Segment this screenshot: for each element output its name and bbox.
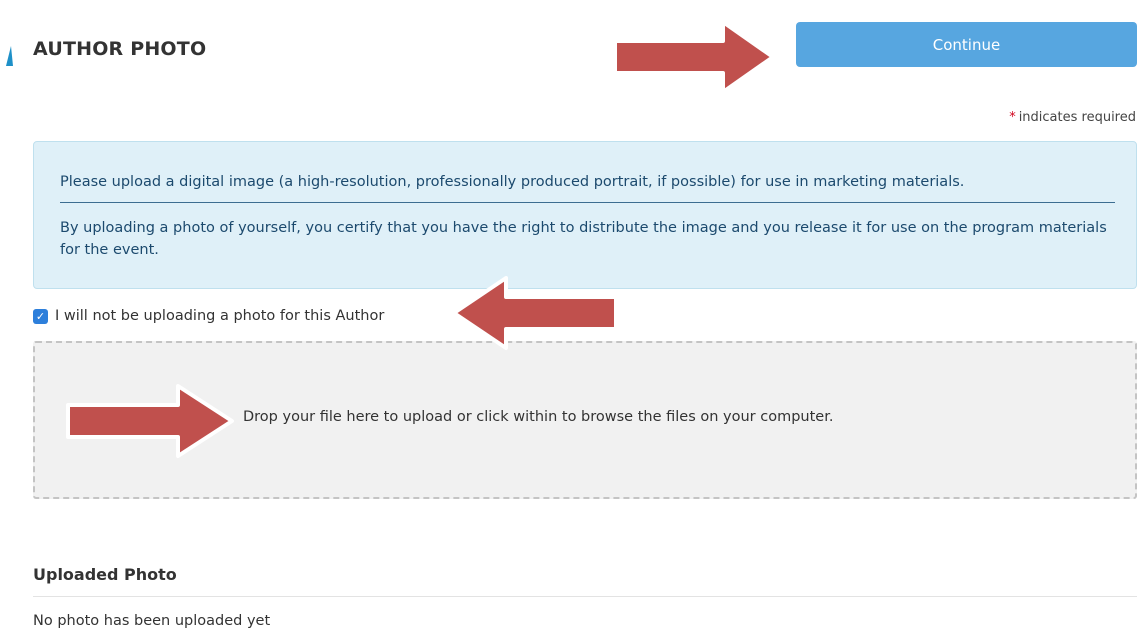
info-panel: Please upload a digital image (a high-re… (33, 141, 1137, 289)
required-star: * (1009, 110, 1016, 125)
checkmark-icon[interactable]: ✓ (33, 308, 48, 324)
required-note-text: indicates required (1018, 110, 1136, 125)
no-photo-checkbox-row[interactable]: ✓ I will not be uploading a photo for th… (33, 305, 384, 327)
no-photo-checkbox-label[interactable]: I will not be uploading a photo for this… (55, 308, 384, 324)
continue-button[interactable]: Continue (796, 22, 1137, 67)
left-edge-marker (6, 46, 13, 66)
arrow-icon (452, 276, 618, 350)
arrow-icon (613, 20, 775, 94)
info-divider (60, 202, 1115, 203)
required-note: * indicates required (1009, 110, 1136, 125)
uploaded-photo-heading: Uploaded Photo (33, 565, 177, 584)
page-title: AUTHOR PHOTO (33, 38, 207, 60)
info-upload-instructions: Please upload a digital image (a high-re… (60, 174, 965, 190)
no-photo-message: No photo has been uploaded yet (33, 613, 271, 629)
arrow-icon (66, 384, 234, 458)
info-certification-text: By uploading a photo of yourself, you ce… (60, 220, 1107, 258)
section-divider (33, 596, 1137, 597)
dropzone-text: Drop your file here to upload or click w… (243, 409, 834, 425)
